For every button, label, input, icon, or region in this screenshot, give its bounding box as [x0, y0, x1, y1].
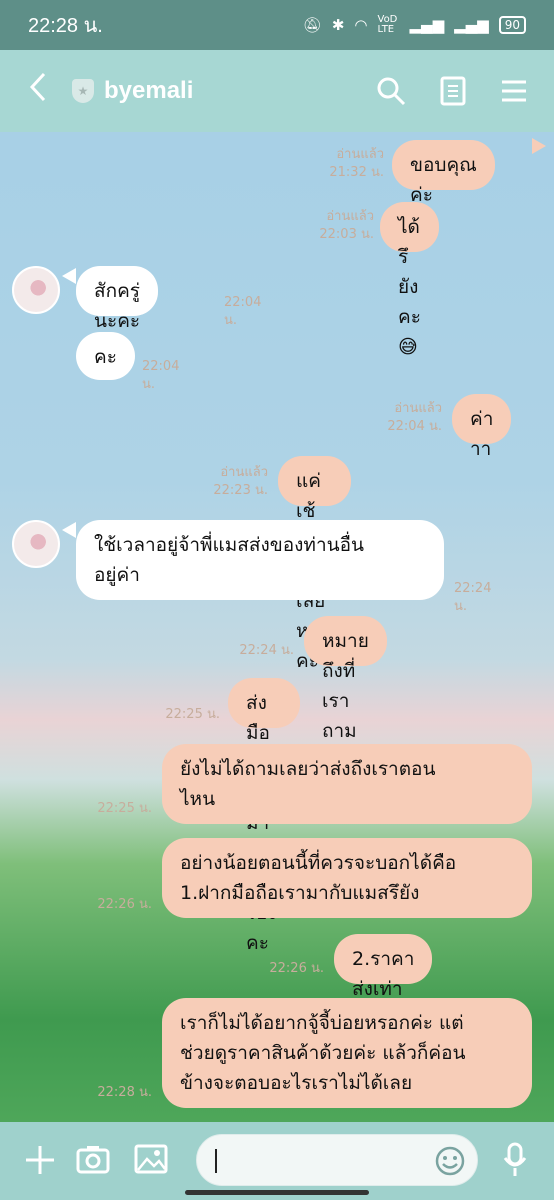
message-time: 22:24 น.: [454, 581, 492, 614]
message-bubble[interactable]: ยังไม่ได้ถามเลยว่าส่งถึงเราตอน ไหน: [162, 744, 532, 824]
home-indicator[interactable]: [185, 1190, 369, 1195]
emoji-icon[interactable]: [435, 1146, 465, 1180]
message-time: 22:24 น.: [239, 643, 294, 658]
message-time: 22:03 น.: [319, 227, 374, 242]
bubble-tail: [62, 522, 76, 538]
status-time: 22:28 น.: [28, 15, 103, 37]
battery-icon: 90: [498, 16, 526, 34]
message-input[interactable]: [196, 1134, 478, 1186]
message-bubble[interactable]: ได้รึยังคะ😅: [380, 202, 439, 358]
signal-icon-2: ▂▄▆: [454, 16, 489, 34]
bluetooth-icon: ✱: [331, 16, 345, 34]
read-receipt: อ่านแล้ว: [326, 209, 374, 224]
message-time: 21:32 น.: [329, 165, 384, 180]
message-time: 22:25 น.: [97, 801, 152, 816]
status-icons: 🔕︎ ✱ ◠ VoD LTE ▂▄▆ ▂▄▆ 90: [303, 15, 526, 35]
message-bubble[interactable]: 2.ราคาส่งเท่าไหร่: [334, 934, 433, 1030]
message-meta: อ่านแล้ว 22:04 น.: [358, 400, 442, 436]
message-bubble[interactable]: หมายถึงที่เราถามคือ: [304, 616, 387, 772]
mic-icon[interactable]: [502, 1142, 528, 1182]
text-caret: [215, 1149, 217, 1173]
signal-icon: ▂▄▆: [409, 16, 445, 34]
message-bubble[interactable]: แค่เช้คนี่นานเลยหรอคะ: [278, 456, 351, 672]
contact-name[interactable]: byemali: [104, 77, 193, 105]
message-time: 22:23 น.: [213, 483, 268, 498]
message-bubble[interactable]: สักครู่นะคะ: [76, 266, 159, 332]
message-time: 22:28 น.: [97, 1085, 152, 1100]
message-meta: อ่านแล้ว 22:03 น.: [290, 208, 374, 244]
message-bubble[interactable]: เราก็ไม่ได้อยากจู้จี้บ่อยหรอกค่ะ แต่ ช่ว…: [162, 998, 532, 1108]
message-time: 22:26 น.: [269, 961, 324, 976]
message-time: 22:04 น.: [387, 419, 442, 434]
message-time: 22:04 น.: [142, 359, 180, 392]
chat-header: ★ byemali: [0, 50, 554, 132]
plus-icon[interactable]: [24, 1144, 56, 1180]
header-actions: [376, 76, 528, 106]
wifi-icon: ◠: [354, 16, 368, 34]
mute-icon: 🔕︎: [302, 16, 322, 34]
network-label: VoD LTE: [377, 14, 398, 35]
read-receipt: อ่านแล้ว: [336, 147, 384, 162]
message-time: 22:04 น.: [224, 295, 262, 328]
message-bubble[interactable]: ค่าาา: [452, 394, 512, 460]
bubble-tail: [62, 268, 76, 284]
shield-icon: ★: [72, 79, 94, 103]
read-receipt: อ่านแล้ว: [220, 465, 268, 480]
message-bubble[interactable]: ส่งมือถือเรามากับแมสรึยังคะ: [228, 678, 301, 954]
menu-icon[interactable]: [500, 79, 528, 103]
message-bubble[interactable]: ใช้เวลาอยู่จ้าพี่แมสส่งของท่านอื่น อยู่ค…: [76, 520, 444, 600]
message-meta: อ่านแล้ว 21:32 น.: [300, 146, 384, 182]
camera-icon[interactable]: [76, 1144, 110, 1178]
message-time: 22:25 น.: [165, 707, 220, 722]
avatar[interactable]: [12, 266, 60, 314]
message-time: 22:26 น.: [97, 897, 152, 912]
image-icon[interactable]: [134, 1144, 168, 1178]
status-bar: 22:28 น. 🔕︎ ✱ ◠ VoD LTE ▂▄▆ ▂▄▆ 90: [0, 0, 554, 50]
message-bubble[interactable]: อย่างน้อยตอนนี้ที่ควรจะบอกได้คือ 1.ฝากมื…: [162, 838, 532, 918]
message-bubble[interactable]: ขอบคุณค่ะ: [392, 140, 495, 206]
input-bar: [0, 1122, 554, 1200]
message-list[interactable]: อ่านแล้ว 21:32 น. ขอบคุณค่ะ อ่านแล้ว 22:…: [0, 132, 554, 1122]
search-icon[interactable]: [376, 76, 406, 106]
notes-icon[interactable]: [440, 76, 466, 106]
back-icon[interactable]: [28, 71, 68, 111]
read-receipt: อ่านแล้ว: [394, 401, 442, 416]
message-bubble[interactable]: คะ: [76, 332, 135, 380]
bubble-tail: [532, 138, 546, 154]
message-meta: อ่านแล้ว 22:23 น.: [184, 464, 268, 500]
avatar[interactable]: [12, 520, 60, 568]
